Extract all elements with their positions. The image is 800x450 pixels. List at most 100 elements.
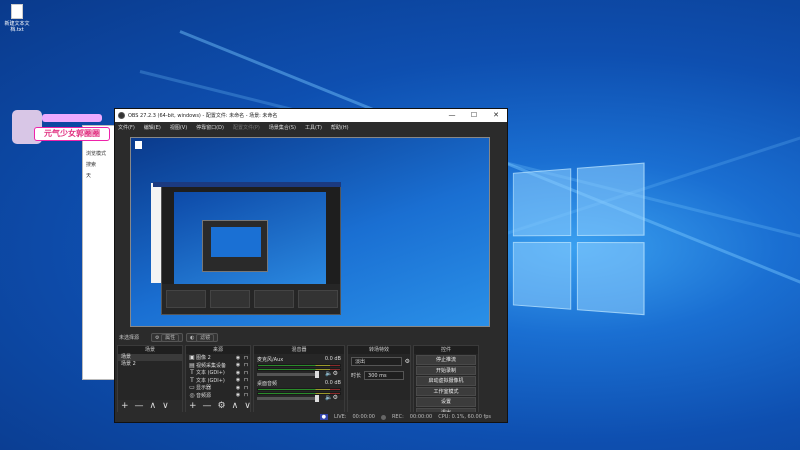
mixer-channel-db: 0.0 dB (324, 356, 341, 362)
menu-help[interactable]: 帮助(H) (331, 124, 349, 131)
start-virtual-camera-button[interactable]: 启动虚拟摄像机 (416, 376, 476, 386)
remove-source-button[interactable]: — (203, 401, 212, 411)
eye-icon[interactable]: ◉ (234, 377, 242, 383)
source-item[interactable]: T 文本 (GDI+) ◉ ⊓ (186, 369, 250, 377)
speaker-gear-icon[interactable]: 🔈⚙ (325, 370, 338, 377)
window-title: OBS 27.2.3 (64-bit, windows) - 配置文件: 未命名… (128, 113, 278, 119)
scenes-dock-title: 场景 (118, 346, 182, 354)
maximize-button[interactable]: ☐ (463, 109, 485, 122)
text-source-icon: T (190, 369, 194, 377)
no-source-label: 未选择源 (119, 334, 140, 341)
sources-dock-title: 来源 (186, 346, 250, 354)
close-button[interactable]: ✕ (485, 109, 507, 122)
preview-desktop-icon (135, 141, 142, 149)
sidebar-item[interactable]: 搜索 (83, 159, 113, 170)
source-up-button[interactable]: ∧ (232, 401, 239, 411)
stop-streaming-button[interactable]: 停止推流 (416, 355, 476, 365)
transition-settings-gear-icon[interactable]: ⚙ (405, 358, 410, 365)
volume-slider[interactable] (257, 395, 319, 402)
filters-button[interactable]: ◐ 滤镜 (186, 332, 219, 342)
obs-window[interactable]: OBS 27.2.3 (64-bit, windows) - 配置文件: 未命名… (114, 108, 508, 423)
volume-meter (257, 388, 341, 391)
text-source-icon: T (190, 376, 194, 384)
remove-scene-button[interactable]: — (135, 401, 144, 411)
eye-icon[interactable]: ◉ (234, 392, 242, 398)
menu-docks[interactable]: 停靠窗口(D) (196, 124, 224, 131)
scene-down-button[interactable]: ∨ (162, 401, 169, 411)
streamer-avatar-overlay: 元气少女郭圈圈 (12, 110, 110, 144)
lock-icon[interactable]: ⊓ (242, 377, 250, 383)
lock-icon[interactable]: ⊓ (242, 385, 250, 391)
settings-button[interactable]: 设置 (416, 397, 476, 407)
speaker-gear-icon[interactable]: 🔈⚙ (325, 394, 338, 401)
menu-profile[interactable]: 配置文件(P) (233, 124, 260, 131)
studio-mode-button[interactable]: 工作室模式 (416, 386, 476, 396)
source-name: 图像 2 (196, 355, 211, 362)
menu-scene-collection[interactable]: 场景集合(S) (269, 124, 296, 131)
sidebar-item[interactable]: 天 (83, 170, 113, 181)
menu-edit[interactable]: 编辑(E) (144, 124, 161, 131)
eye-icon[interactable]: ◉ (234, 362, 242, 368)
live-time: 00:00:00 (352, 414, 375, 420)
source-down-button[interactable]: ∨ (244, 401, 251, 411)
source-settings-gear-icon[interactable]: ⚙ (218, 401, 226, 411)
mixer-channel-name: 麦克风/Aux (257, 357, 284, 363)
add-scene-button[interactable]: + (121, 401, 129, 411)
menu-file[interactable]: 文件(F) (118, 124, 135, 131)
sources-dock: 来源 ▣ 图像 2 ◉ ⊓ ▤ 视频采集设备 ◉ ⊓ T 文本 (GDI+) ◉ ⊓ T 文本 (G… (185, 345, 251, 413)
slider-handle[interactable] (315, 395, 319, 402)
transition-select[interactable]: 淡出 (351, 357, 402, 366)
preview-nested-taskbar (153, 182, 341, 187)
properties-label: 属性 (161, 333, 180, 342)
rec-label: REC: (391, 414, 404, 420)
avatar-nameplate: 元气少女郭圈圈 (34, 127, 110, 141)
volume-meter (257, 364, 341, 367)
lock-icon[interactable]: ⊓ (242, 370, 250, 376)
source-item[interactable]: ▣ 图像 2 ◉ ⊓ (186, 354, 250, 362)
volume-slider[interactable] (257, 371, 319, 378)
mixer-channel-name: 桌面音频 (257, 381, 278, 387)
add-source-button[interactable]: + (189, 401, 197, 411)
source-item[interactable]: ▤ 视频采集设备 ◉ ⊓ (186, 362, 250, 370)
lock-icon[interactable]: ⊓ (242, 355, 250, 361)
menu-bar: 文件(F) 编辑(E) 视图(V) 停靠窗口(D) 配置文件(P) 场景集合(S… (115, 122, 507, 132)
eye-icon[interactable]: ◉ (234, 355, 242, 361)
preview-canvas[interactable] (130, 137, 490, 327)
source-name: 视频采集设备 (196, 362, 227, 369)
scenes-dock: 场景 场景 场景 2 + — ∧ ∨ (117, 345, 183, 413)
slider-handle[interactable] (315, 371, 319, 378)
duration-input[interactable]: 300 ms (364, 371, 405, 380)
source-item[interactable]: ◎ 音频源 ◉ ⊓ (186, 392, 250, 400)
lock-icon[interactable]: ⊓ (242, 362, 250, 368)
nested-preview-screen (174, 192, 326, 284)
source-name: 显示器 (196, 385, 212, 392)
obs-logo-icon (118, 112, 125, 119)
obs-titlebar[interactable]: OBS 27.2.3 (64-bit, windows) - 配置文件: 未命名… (115, 109, 507, 122)
start-recording-button[interactable]: 开始录制 (416, 365, 476, 375)
transitions-dock: 转场特效 淡出 ⚙ 时长 300 ms (347, 345, 411, 413)
nested-obs-window (202, 220, 268, 272)
minimize-button[interactable]: — (441, 109, 463, 122)
lock-icon[interactable]: ⊓ (242, 392, 250, 398)
display-source-icon: ▭ (189, 384, 195, 392)
source-item[interactable]: T 文本 (GDI+) ◉ ⊓ (186, 377, 250, 385)
menu-view[interactable]: 视图(V) (170, 124, 187, 131)
transitions-dock-title: 转场特效 (348, 346, 410, 354)
image-source-icon: ▣ (189, 354, 195, 362)
rec-indicator-icon (380, 414, 386, 420)
desktop-file-icon[interactable]: 新建文本文档.txt (4, 4, 30, 33)
mixer-channel-db: 0.0 dB (324, 380, 341, 386)
source-name: 文本 (GDI+) (196, 377, 225, 384)
scene-up-button[interactable]: ∧ (150, 401, 157, 411)
menu-tools[interactable]: 工具(T) (305, 124, 322, 131)
preview-nested-obs (161, 183, 341, 315)
source-item[interactable]: ▭ 显示器 ◉ ⊓ (186, 384, 250, 392)
windows-logo-wallpaper (512, 162, 647, 318)
scene-item[interactable]: 场景 (118, 354, 182, 361)
eye-icon[interactable]: ◉ (234, 370, 242, 376)
sidebar-item[interactable]: 浏览模式 (83, 148, 113, 159)
eye-icon[interactable]: ◉ (234, 385, 242, 391)
scene-item[interactable]: 场景 2 (118, 361, 182, 368)
properties-button[interactable]: ⚙ 属性 (151, 332, 184, 342)
live-indicator: ● (319, 414, 328, 420)
